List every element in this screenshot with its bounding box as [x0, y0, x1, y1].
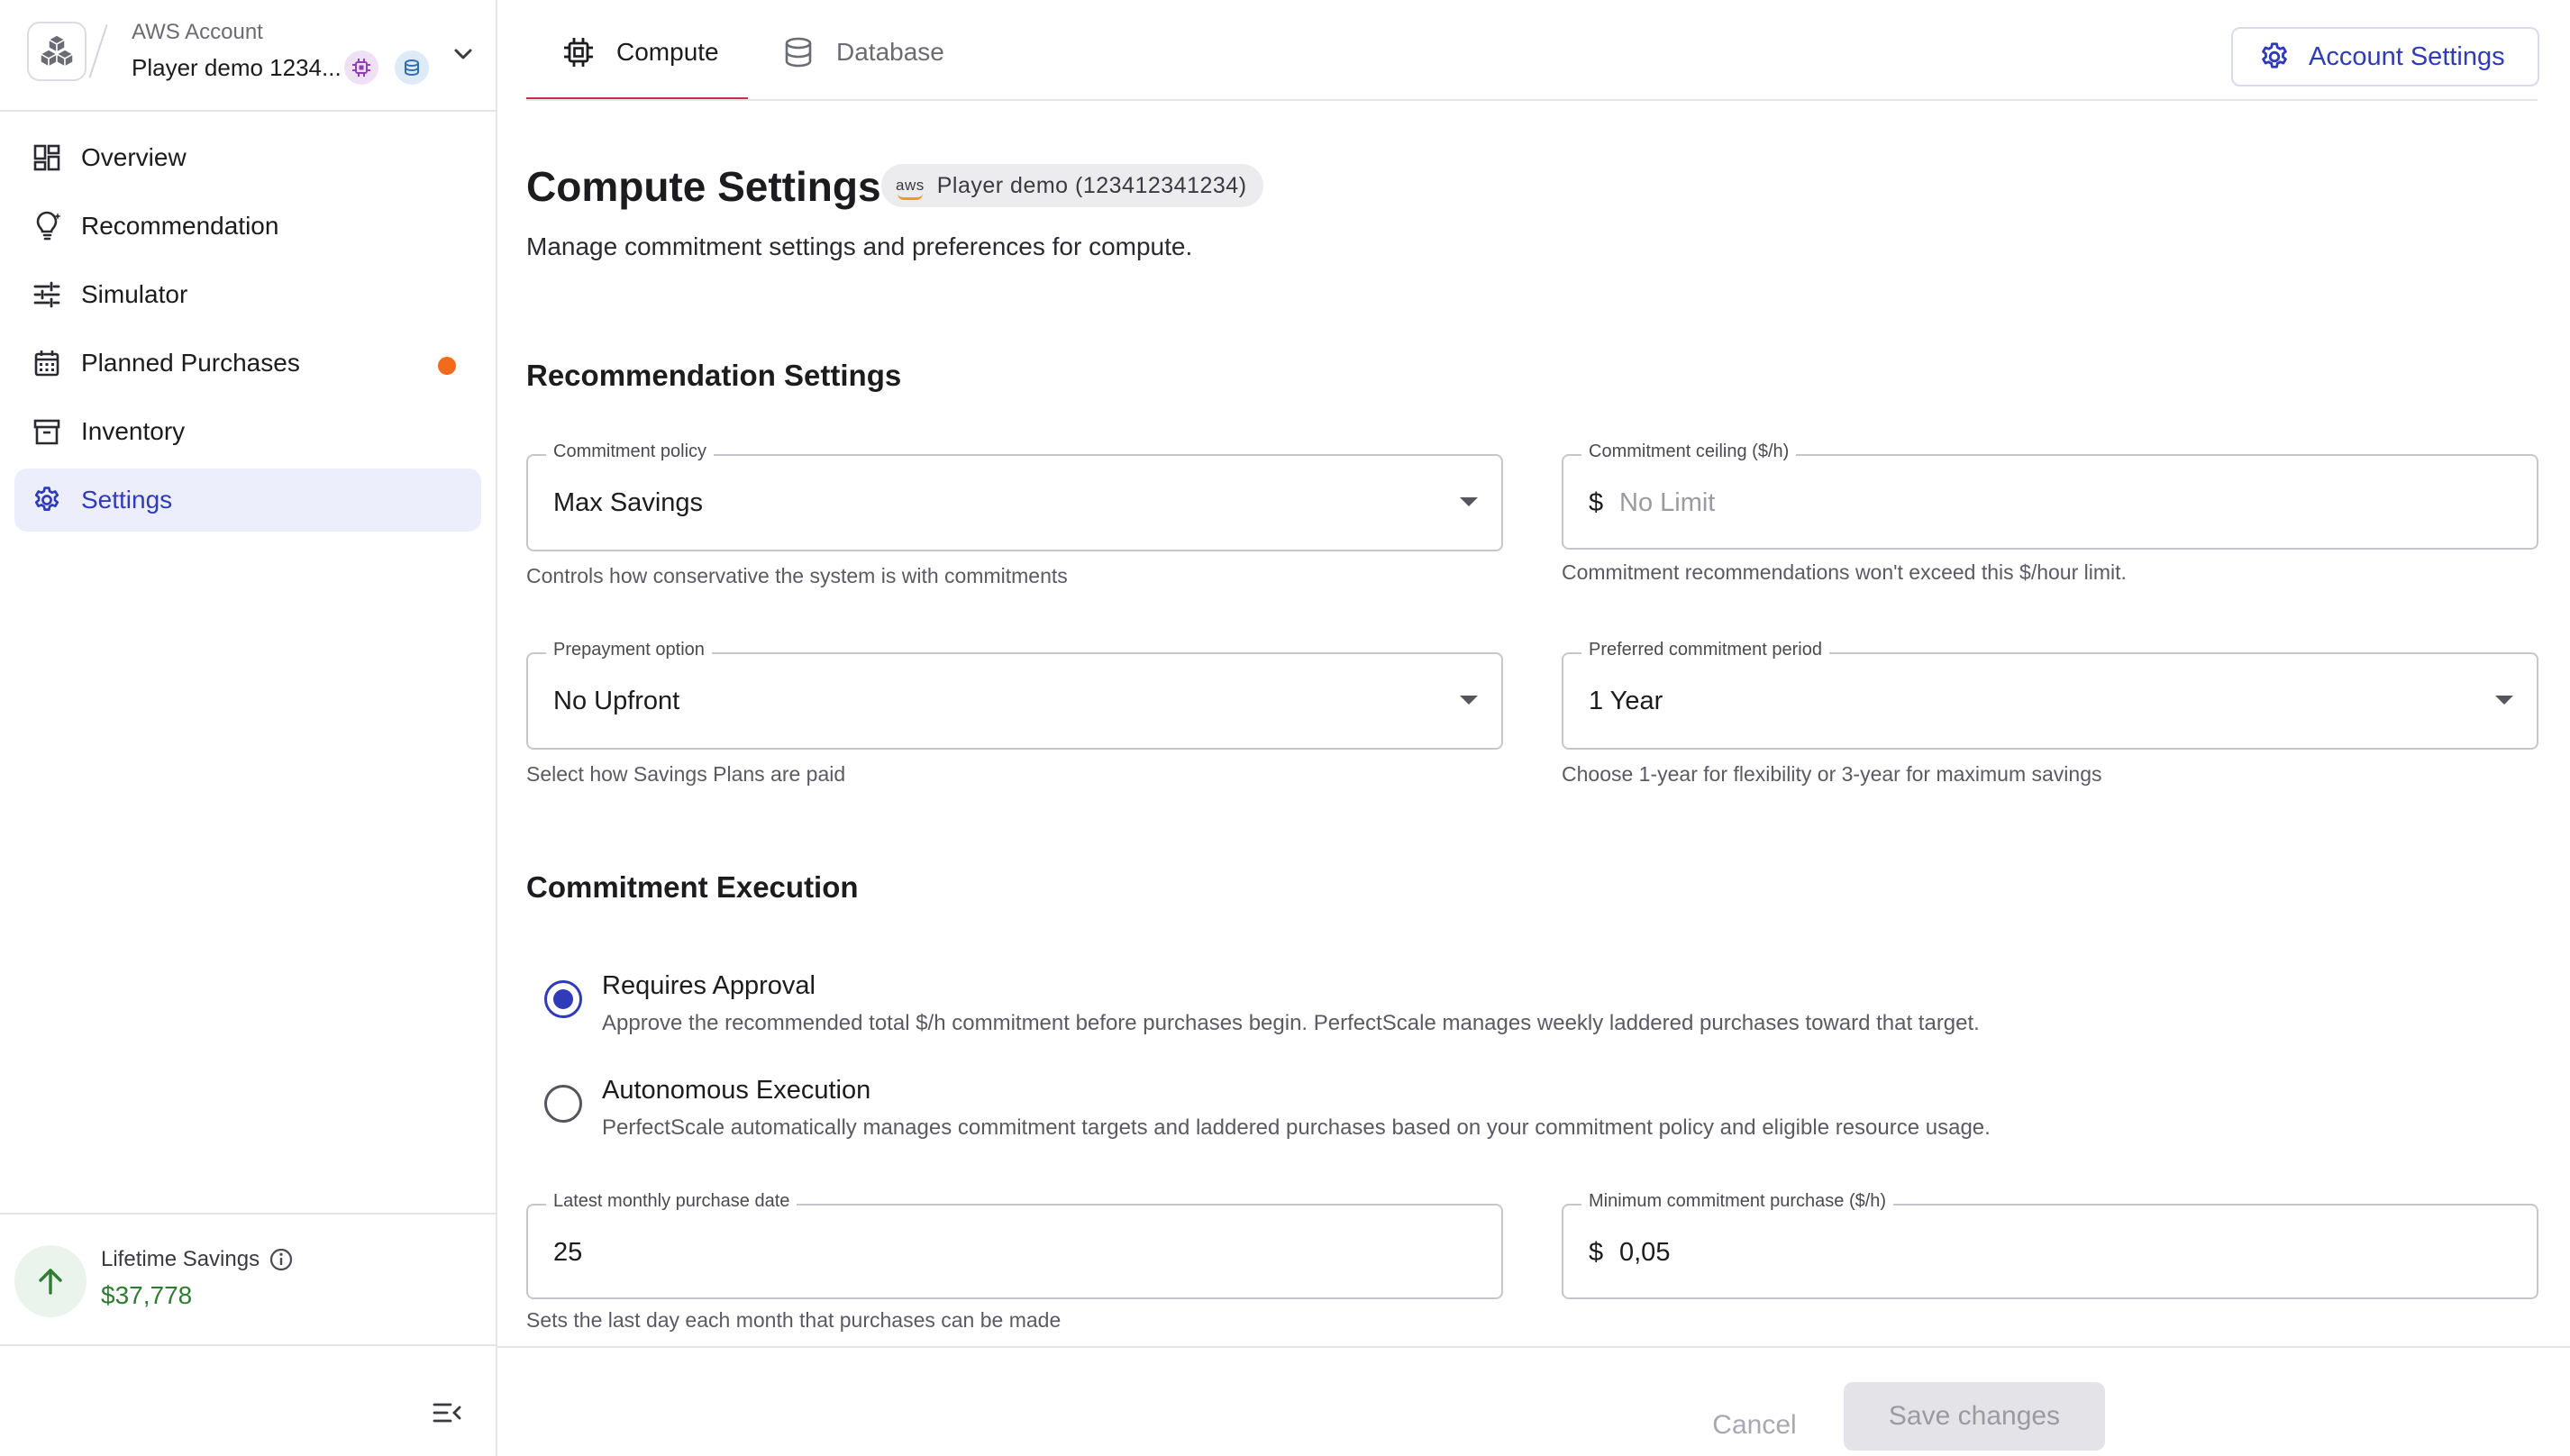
- dollar-prefix: $: [1589, 488, 1604, 517]
- database-icon: [405, 59, 419, 77]
- sidebar-item-overview[interactable]: Overview: [14, 126, 481, 189]
- cubes-icon: [39, 34, 75, 68]
- account-label: AWS Account: [132, 20, 263, 44]
- dollar-prefix: $: [1589, 1238, 1604, 1267]
- action-footer: Cancel Save changes: [497, 1346, 2570, 1456]
- sidebar-item-label: Inventory: [81, 417, 186, 445]
- page-subtitle: Manage commitment settings and preferenc…: [526, 232, 1193, 260]
- prepayment-option-helper: Select how Savings Plans are paid: [526, 762, 846, 786]
- purchase-date-helper: Sets the last day each month that purcha…: [526, 1308, 1062, 1332]
- account-settings-button[interactable]: Account Settings: [2231, 27, 2539, 86]
- account-name: Player demo 1234...: [132, 54, 342, 81]
- radio-title: Requires Approval: [602, 971, 816, 1000]
- min-commitment-input[interactable]: Minimum commitment purchase ($/h) $ 0,05: [1562, 1191, 2538, 1299]
- chevron-down-icon[interactable]: [447, 38, 479, 70]
- commitment-policy-select[interactable]: Commitment policy Max Savings: [526, 441, 1503, 551]
- account-switcher[interactable]: AWS Account Player demo 1234...: [0, 0, 496, 112]
- radio-description: PerfectScale automatically manages commi…: [602, 1115, 1991, 1140]
- sidebar: AWS Account Player demo 1234... Overview…: [0, 0, 497, 1456]
- requires-approval-radio[interactable]: [544, 980, 582, 1018]
- chip-icon: [560, 34, 597, 70]
- sidebar-item-label: Planned Purchases: [81, 349, 300, 377]
- page-title: Compute Settings: [526, 163, 881, 210]
- field-value: 0,05: [1619, 1238, 1671, 1267]
- lifetime-savings-label: Lifetime Savings: [101, 1247, 294, 1272]
- lifetime-savings-text: Lifetime Savings: [101, 1247, 260, 1271]
- calendar-icon: [31, 347, 63, 379]
- commitment-ceiling-input[interactable]: Commitment ceiling ($/h) $ No Limit: [1562, 441, 2538, 550]
- compute-badge: [344, 50, 378, 85]
- sidebar-item-inventory[interactable]: Inventory: [14, 400, 481, 463]
- account-logo: [27, 22, 87, 81]
- sidebar-item-simulator[interactable]: Simulator: [14, 263, 481, 326]
- aws-logo: aws: [896, 177, 925, 200]
- field-label: Commitment ceiling ($/h): [1581, 441, 1797, 462]
- database-badge: [395, 50, 429, 85]
- autonomous-execution-radio[interactable]: [544, 1085, 582, 1123]
- tab-label: Compute: [616, 38, 719, 66]
- prepayment-option-select[interactable]: Prepayment option No Upfront: [526, 640, 1503, 750]
- commitment-policy-helper: Controls how conservative the system is …: [526, 564, 1068, 587]
- field-label: Latest monthly purchase date: [546, 1191, 797, 1212]
- dashboard-icon: [31, 141, 63, 174]
- commitment-execution-title: Commitment Execution: [526, 870, 859, 904]
- radio-description: Approve the recommended total $/h commit…: [602, 1011, 1980, 1035]
- sliders-icon: [31, 278, 63, 311]
- commitment-period-select[interactable]: Preferred commitment period 1 Year: [1562, 640, 2538, 750]
- account-chip: aws Player demo (123412341234): [881, 164, 1263, 207]
- recommendation-settings-title: Recommendation Settings: [526, 359, 902, 392]
- gear-icon: [31, 484, 63, 516]
- sidebar-nav: Overview Recommendation Simulator Planne…: [14, 126, 481, 537]
- caret-down-icon: [1460, 497, 1478, 506]
- save-changes-button[interactable]: Save changes: [1844, 1382, 2105, 1451]
- caret-down-icon: [1460, 696, 1478, 705]
- field-value: No Upfront: [553, 687, 680, 715]
- info-icon[interactable]: [269, 1247, 294, 1272]
- sidebar-item-label: Recommendation: [81, 212, 279, 240]
- arrow-up-icon: [14, 1245, 87, 1317]
- field-label: Commitment policy: [546, 441, 715, 462]
- field-placeholder: No Limit: [1619, 488, 1716, 517]
- field-label: Minimum commitment purchase ($/h): [1581, 1191, 1894, 1212]
- field-value: 1 Year: [1589, 687, 1663, 715]
- lightbulb-icon: [31, 210, 63, 242]
- purchase-date-input[interactable]: Latest monthly purchase date 25: [526, 1191, 1503, 1299]
- account-settings-label: Account Settings: [2309, 41, 2505, 71]
- collapse-sidebar-icon[interactable]: [429, 1395, 465, 1431]
- commitment-ceiling-helper: Commitment recommendations won't exceed …: [1562, 560, 2127, 584]
- sidebar-item-label: Overview: [81, 143, 187, 171]
- field-value: Max Savings: [553, 488, 704, 517]
- sidebar-item-settings[interactable]: Settings: [14, 469, 481, 532]
- field-value: 25: [553, 1238, 583, 1267]
- cancel-button[interactable]: Cancel: [1669, 1395, 1840, 1456]
- tabs-divider: [526, 99, 2538, 101]
- tab-compute[interactable]: Compute: [526, 27, 748, 101]
- tab-database[interactable]: Database: [780, 27, 944, 101]
- radio-title: Autonomous Execution: [602, 1076, 871, 1105]
- field-label: Prepayment option: [546, 640, 712, 660]
- sidebar-item-recommendation[interactable]: Recommendation: [14, 195, 481, 258]
- database-icon: [780, 34, 816, 70]
- field-label: Preferred commitment period: [1581, 640, 1829, 660]
- notification-dot: [438, 357, 456, 375]
- breadcrumb-separator: [88, 24, 108, 78]
- commitment-period-helper: Choose 1-year for flexibility or 3-year …: [1562, 762, 2102, 786]
- sidebar-item-label: Simulator: [81, 280, 188, 308]
- chip-icon: [352, 59, 370, 77]
- sidebar-item-label: Settings: [81, 486, 173, 514]
- archive-icon: [31, 415, 63, 448]
- caret-down-icon: [2495, 696, 2513, 705]
- sidebar-item-planned-purchases[interactable]: Planned Purchases: [14, 332, 481, 395]
- tab-label: Database: [836, 38, 944, 66]
- gear-icon: [2256, 39, 2292, 75]
- account-chip-label: Player demo (123412341234): [936, 172, 1247, 198]
- lifetime-savings: Lifetime Savings $37,778: [0, 1213, 496, 1346]
- lifetime-savings-value: $37,778: [101, 1281, 193, 1309]
